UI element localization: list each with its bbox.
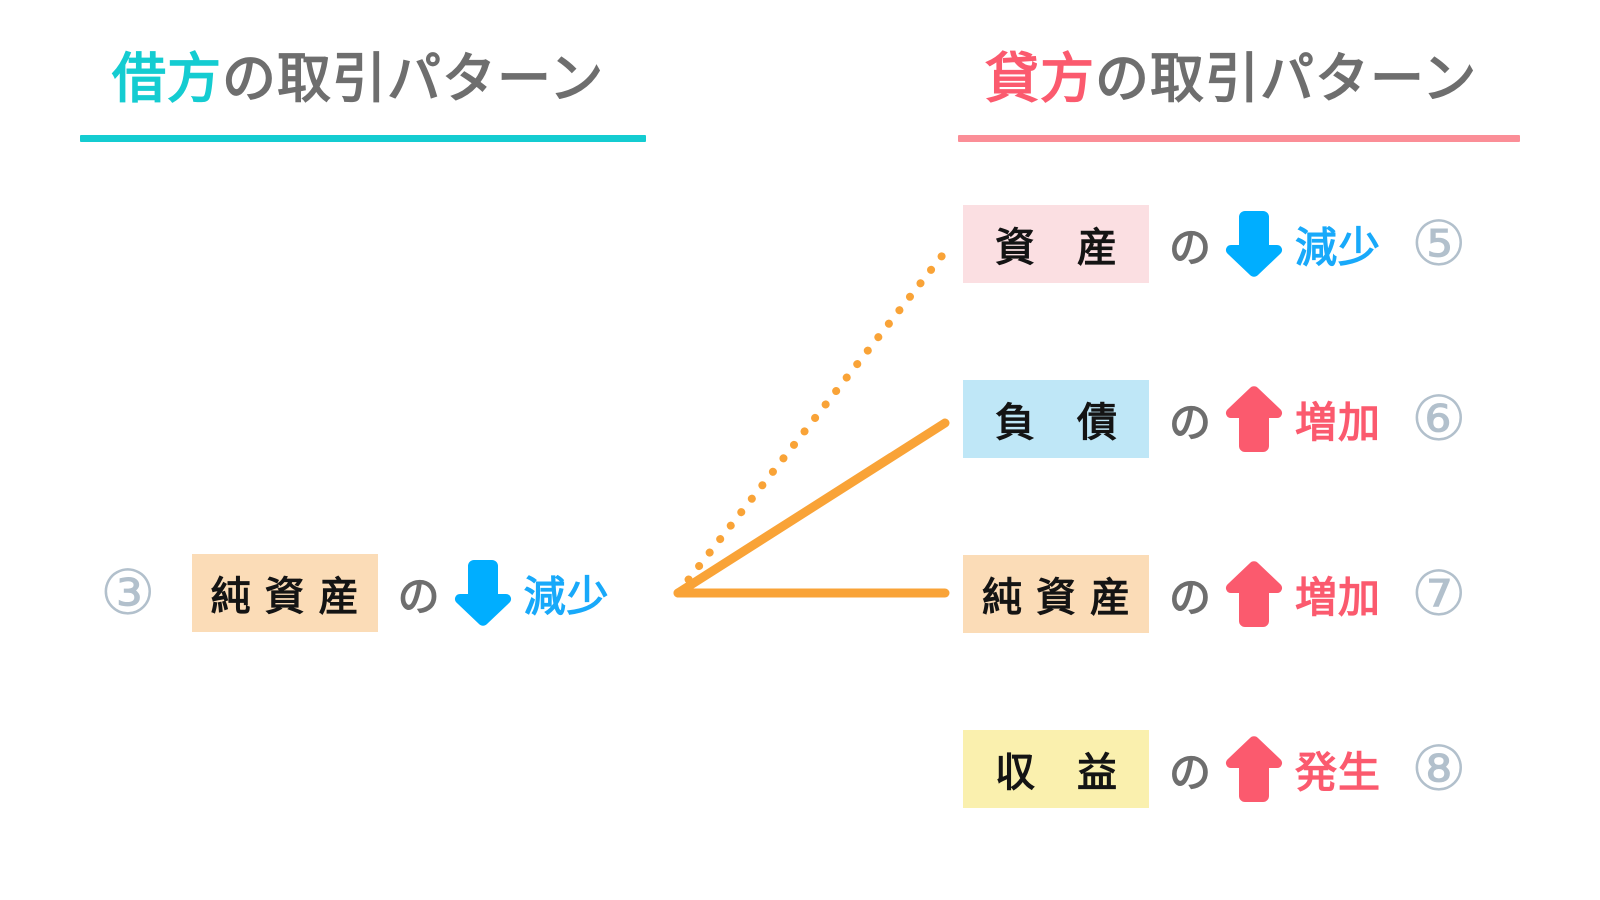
account-chip-net-assets: 純資産 [963,555,1149,633]
account-chip-net-assets: 純資産 [191,554,378,632]
credit-title-rest: の取引パターン [1095,47,1478,110]
row-index-6: ⑥ [1411,382,1467,455]
credit-title-underline [958,135,1520,142]
particle-no: の [397,571,440,621]
debit-column-title: 借方の取引パターン [112,52,604,106]
change-label-increase: 増加 [1295,397,1382,447]
row-index-3: ③ [100,556,156,629]
change-label-increase: 増加 [1295,572,1382,622]
arrow-up-icon [1225,382,1283,456]
arrow-down-icon [1225,207,1283,281]
debit-title-underline [80,135,646,142]
particle-no: の [1169,222,1212,272]
debit-title-accent: 借方 [112,47,222,110]
credit-pattern-row[interactable]: 負 債 の 増加 ⑥ [963,371,1467,467]
arrow-up-icon [1225,557,1283,631]
row-index-7: ⑦ [1411,557,1467,630]
arrow-up-icon [1225,732,1283,806]
debit-pattern-row[interactable]: ③ 純資産 の 減少 [100,545,610,641]
particle-no: の [1169,747,1212,797]
connector-line-to-⑥ [673,418,950,598]
account-chip-revenue: 収 益 [963,730,1149,808]
credit-pattern-row[interactable]: 資 産 の 減少 ⑤ [963,196,1467,292]
row-index-5: ⑤ [1411,207,1467,280]
change-label-decrease: 減少 [1295,222,1382,272]
debit-title-rest: の取引パターン [222,47,605,110]
connector-line-to-⑤ [674,248,949,597]
diagram-canvas: 借方の取引パターン 貸方の取引パターン ③ 純資産 の 減少 資 産 の 減少 … [0,0,1600,900]
change-label-decrease: 減少 [523,571,610,621]
credit-pattern-row[interactable]: 純資産 の 増加 ⑦ [963,546,1467,642]
change-label-occurrence: 発生 [1295,747,1382,797]
account-chip-assets: 資 産 [963,205,1149,283]
account-chip-liabilities: 負 債 [963,380,1149,458]
row-index-8: ⑧ [1411,732,1467,805]
particle-no: の [1169,397,1212,447]
particle-no: の [1169,572,1212,622]
credit-column-title: 貸方の取引パターン [985,52,1477,106]
credit-title-accent: 貸方 [985,47,1095,110]
arrow-down-icon [454,556,512,630]
credit-pattern-row[interactable]: 収 益 の 発生 ⑧ [963,721,1467,817]
